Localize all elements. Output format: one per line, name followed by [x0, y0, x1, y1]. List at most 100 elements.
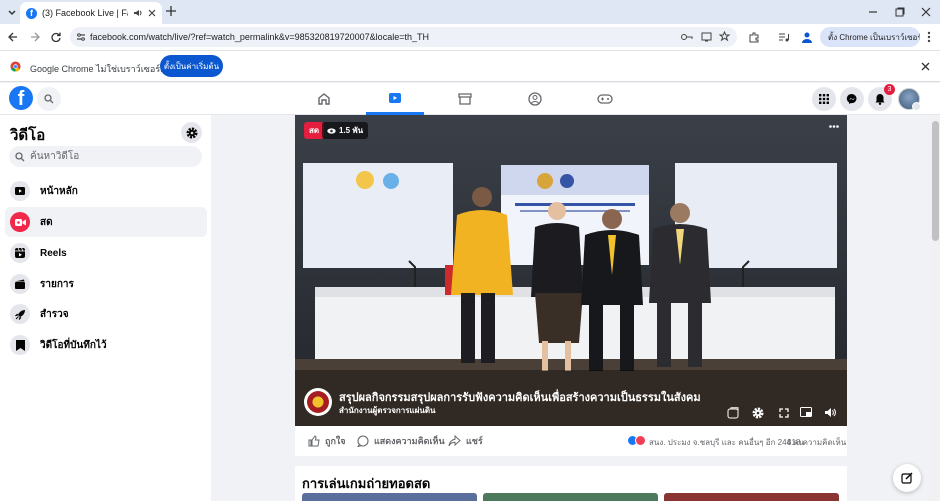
sidebar-item-live[interactable]: สด: [5, 207, 207, 237]
comments-count[interactable]: 818 ความคิดเห็น: [787, 436, 846, 449]
sidebar-item-reels[interactable]: Reels: [5, 238, 207, 268]
share-icon: [448, 435, 461, 447]
tab-title: (3) Facebook Live | Facebook: [42, 8, 128, 18]
page-name[interactable]: สำนักงานผู้ตรวจการแผ่นดิน: [339, 404, 436, 417]
nav-marketplace-tab[interactable]: [436, 83, 494, 115]
share-button[interactable]: แชร์: [448, 434, 483, 448]
fb-search-button[interactable]: [37, 87, 61, 111]
site-info-icon[interactable]: [76, 32, 86, 42]
video-settings-button[interactable]: [181, 122, 202, 143]
reactions-text[interactable]: สนง. ประมง จ.ชลบุรี และ คนอื่นๆ อีก 244 …: [649, 436, 804, 449]
facebook-header: f 3: [0, 83, 940, 115]
extensions-icon[interactable]: [748, 31, 760, 43]
home-icon: [317, 92, 331, 106]
pip-icon[interactable]: [800, 407, 812, 418]
play-icon: [10, 181, 30, 201]
facebook-logo-icon[interactable]: f: [9, 86, 33, 110]
marketplace-icon: [458, 92, 472, 106]
menu-button[interactable]: [812, 87, 836, 111]
set-default-button[interactable]: ตั้งเป็นค่าเริ่มต้น: [160, 55, 223, 77]
video-more-icon[interactable]: [829, 125, 839, 128]
scrollbar-thumb[interactable]: [932, 121, 939, 241]
video-search-input[interactable]: ค้นหาวิดีโอ: [9, 146, 202, 167]
account-chevron-icon: [912, 102, 921, 111]
set-default-chip[interactable]: ตั้ง Chrome เป็นเบราว์เซอร์เริ่มต้น: [820, 27, 920, 47]
like-button[interactable]: ถูกใจ: [308, 434, 346, 448]
game-thumbnail[interactable]: [664, 493, 839, 501]
nav-video-tab[interactable]: [366, 83, 424, 115]
new-message-button[interactable]: [893, 464, 921, 492]
sidebar-item-label: รายการ: [40, 278, 74, 290]
sidebar-item-label: สำรวจ: [40, 308, 69, 320]
page-scrollbar[interactable]: [931, 115, 940, 501]
url-text: facebook.com/watch/live/?ref=watch_perma…: [90, 32, 429, 42]
sidebar-item-label: หน้าหลัก: [40, 185, 78, 197]
game-thumbnail[interactable]: [302, 493, 477, 501]
forward-icon[interactable]: [30, 32, 40, 42]
video-settings-gear-icon[interactable]: [752, 407, 764, 419]
messenger-button[interactable]: [840, 87, 864, 111]
password-key-icon[interactable]: [681, 32, 693, 42]
cast-icon[interactable]: [701, 32, 712, 42]
groups-icon: [528, 92, 542, 106]
love-reaction-icon: [635, 435, 646, 446]
eye-icon: [327, 127, 336, 134]
sidebar-item-label: สด: [40, 216, 53, 228]
sidebar-item-saved[interactable]: วิดีโอที่บันทึกไว้: [5, 330, 207, 360]
live-video-player[interactable]: สด 1.5 พัน สรุปผลกิจกรรมสรุปผลการรับฟังค…: [295, 115, 847, 426]
sidebar-title: วิดีโอ: [10, 127, 46, 144]
video-frame: [295, 115, 847, 426]
search-icon: [15, 151, 25, 162]
sidebar-item-explore[interactable]: สำรวจ: [5, 299, 207, 329]
rocket-icon: [10, 304, 30, 324]
window-close-icon[interactable]: [921, 7, 931, 17]
comment-button[interactable]: แสดงความคิดเห็น: [357, 434, 445, 448]
nav-gaming-tab[interactable]: [576, 83, 634, 115]
tab-close-icon[interactable]: [148, 9, 156, 17]
section-title: การเล่นเกมถ่ายทอดสด: [302, 476, 431, 491]
tab-search-icon[interactable]: [6, 6, 18, 18]
viewer-count: 1.5 พัน: [322, 122, 369, 139]
grid-menu-icon: [819, 94, 829, 104]
sidebar-item-shows[interactable]: รายการ: [5, 269, 207, 299]
media-controls-icon[interactable]: [778, 31, 790, 43]
viewer-count-text: 1.5 พัน: [339, 126, 364, 135]
reels-icon: [10, 243, 30, 263]
bookmark-icon: [10, 335, 30, 355]
nav-groups-tab[interactable]: [506, 83, 564, 115]
page-seal-icon: [307, 391, 329, 413]
sidebar-item-label: Reels: [40, 247, 67, 259]
browser-tab[interactable]: f (3) Facebook Live | Facebook: [20, 2, 162, 24]
clapperboard-icon: [10, 274, 30, 294]
messenger-icon: [846, 93, 858, 105]
gear-icon: [186, 127, 198, 139]
video-action-bar: ถูกใจ แสดงความคิดเห็น แชร์ สนง. ประมง จ.…: [295, 426, 847, 456]
game-thumbnail[interactable]: [483, 493, 658, 501]
back-icon[interactable]: [8, 32, 18, 42]
facebook-favicon-icon: f: [26, 7, 37, 19]
reaction-icons[interactable]: [627, 435, 646, 446]
sidebar-item-home[interactable]: หน้าหลัก: [5, 176, 207, 206]
page-avatar[interactable]: [304, 388, 332, 416]
address-bar[interactable]: facebook.com/watch/live/?ref=watch_perma…: [70, 27, 737, 47]
new-tab-icon[interactable]: [166, 6, 176, 16]
live-gaming-section: การเล่นเกมถ่ายทอดสด: [295, 466, 847, 501]
live-camera-icon: [10, 212, 30, 232]
chrome-menu-icon[interactable]: [927, 31, 931, 43]
infobar-close-icon[interactable]: [921, 62, 930, 71]
profile-avatar-icon[interactable]: [800, 30, 814, 44]
notification-count-badge: 3: [884, 84, 895, 95]
video-sidebar: วิดีโอ ค้นหาวิดีโอ หน้าหลัก สด Reels ราย…: [0, 115, 211, 501]
volume-icon[interactable]: [824, 407, 837, 418]
tab-audio-icon[interactable]: [133, 8, 143, 18]
default-browser-infobar: Google Chrome ไม่ใช่เบราว์เซอร์เริ่มต้น: [0, 50, 940, 82]
nav-home-tab[interactable]: [295, 83, 353, 115]
stickers-icon[interactable]: [727, 407, 739, 419]
share-label: แชร์: [466, 436, 483, 446]
video-search-placeholder: ค้นหาวิดีโอ: [30, 151, 80, 162]
reload-icon[interactable]: [51, 32, 61, 42]
minimize-icon[interactable]: [868, 7, 878, 17]
bookmark-star-icon[interactable]: [719, 31, 730, 42]
fullscreen-icon[interactable]: [779, 408, 789, 418]
restore-icon[interactable]: [895, 7, 905, 17]
